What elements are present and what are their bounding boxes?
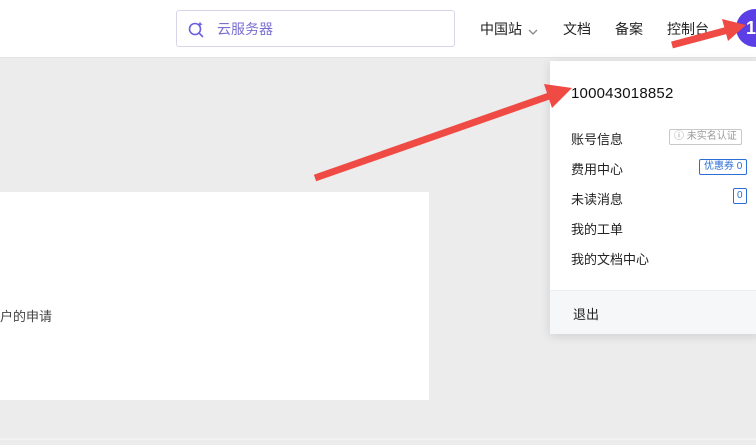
nav-region-selector[interactable]: 中国站	[480, 19, 538, 39]
annotation-arrow	[313, 84, 572, 182]
search-sparkle-icon	[188, 21, 204, 38]
nav-region-label: 中国站	[480, 21, 522, 37]
menu-item-account-info[interactable]: 账号信息	[571, 129, 623, 148]
content-card: 客户的申请	[0, 192, 429, 400]
card-text: 客户的申请	[0, 309, 53, 324]
info-circle-icon: ⓘ	[674, 131, 684, 142]
logout-button[interactable]: 退出	[573, 304, 599, 323]
menu-item-billing[interactable]: 费用中心	[571, 159, 623, 178]
search-input[interactable]	[217, 19, 437, 39]
search-box[interactable]	[176, 10, 455, 47]
menu-item-unread-messages[interactable]: 未读消息	[571, 189, 623, 208]
nav-beian-link[interactable]: 备案	[615, 19, 643, 39]
menu-item-doc-center[interactable]: 我的文档中心	[571, 249, 649, 268]
top-navigation-bar: 中国站 文档 备案 控制台 1	[0, 0, 756, 58]
account-id: 100043018852	[571, 85, 674, 102]
status-badge-unverified[interactable]: ⓘ 未实名认证	[669, 129, 742, 145]
user-dropdown-menu: 100043018852 账号信息 ⓘ 未实名认证 费用中心 优惠券 0 未读消…	[550, 61, 756, 334]
nav-docs-link[interactable]: 文档	[563, 19, 591, 39]
dropdown-footer: 退出	[550, 290, 756, 334]
coupon-badge[interactable]: 优惠券 0	[699, 159, 748, 175]
menu-item-my-tickets[interactable]: 我的工单	[571, 219, 623, 238]
user-avatar[interactable]: 1	[736, 9, 756, 47]
nav-console-link[interactable]: 控制台	[667, 19, 709, 39]
unread-count-badge: 0	[733, 188, 747, 204]
chevron-down-icon	[528, 22, 538, 38]
divider	[0, 438, 756, 440]
